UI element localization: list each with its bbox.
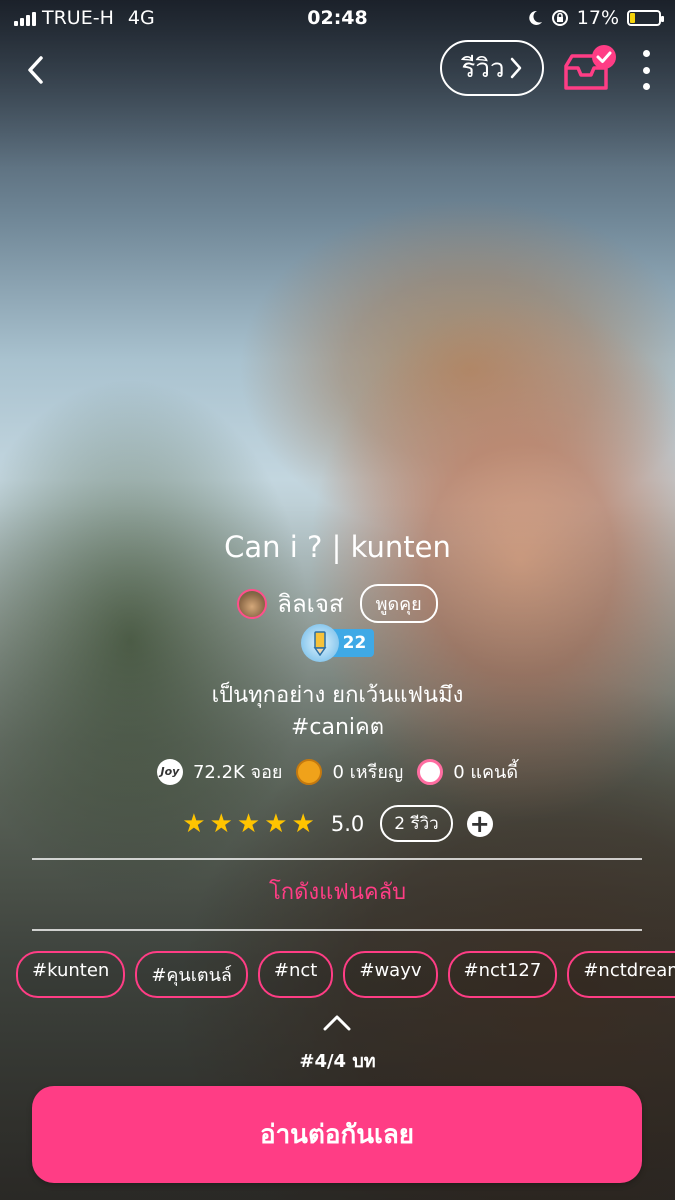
fanclub-link[interactable]: โกดังแฟนคลับ <box>0 874 675 909</box>
battery-percent: 17% <box>576 7 619 29</box>
status-left: TRUE-H 4G <box>14 7 155 29</box>
talk-button[interactable]: พูดคุย <box>359 584 438 623</box>
shelf-button[interactable] <box>560 44 618 94</box>
chevron-up-icon[interactable] <box>322 1012 352 1032</box>
joy-stat: Joy 72.2K จอย <box>156 757 283 786</box>
story-description: เป็นทุกอย่าง ยกเว้นแฟนมึง #caniคต <box>0 680 675 744</box>
author-name[interactable]: ลิลเจส <box>277 584 343 623</box>
chevron-right-icon <box>510 57 521 79</box>
chevron-left-icon <box>28 56 43 84</box>
writer-level-badge: 22 <box>0 624 675 662</box>
status-bar: TRUE-H 4G 02:48 17% <box>0 0 675 36</box>
coin-stat: 0 เหรียญ <box>296 757 403 786</box>
star-icon: ★ <box>209 808 233 839</box>
top-nav: รีวิว <box>0 40 675 98</box>
continue-reading-button[interactable]: อ่านต่อกันเลย <box>32 1086 642 1183</box>
star-icon: ★ <box>291 808 315 839</box>
review-button-label: รีวิว <box>461 53 505 84</box>
more-vertical-icon[interactable] <box>636 50 656 90</box>
star-icon: ★ <box>236 808 261 839</box>
tag-chip[interactable]: #kunten <box>16 951 126 998</box>
author-row: ลิลเจส พูดคุย <box>0 584 675 623</box>
description-line-2: #caniคต <box>290 715 385 740</box>
candy-stat: 0 แคนดี้ <box>417 757 518 786</box>
tag-chip[interactable]: #nct <box>257 951 334 998</box>
coin-value: 0 เหรียญ <box>332 762 404 783</box>
star-icon: ★ <box>264 808 288 839</box>
signal-icon <box>14 10 36 26</box>
divider-bottom <box>32 929 642 931</box>
review-count-button[interactable]: 2 รีวิว <box>380 805 453 842</box>
rotation-lock-icon <box>551 10 568 26</box>
add-review-button[interactable]: + <box>466 810 493 837</box>
candy-value: 0 แคนดี้ <box>453 762 519 783</box>
coin-icon <box>296 758 323 785</box>
rating-row: ★ ★ ★ ★ ★ 5.0 2 รีวิว + <box>0 805 675 842</box>
status-right: 17% <box>527 7 664 29</box>
candy-icon <box>417 758 444 785</box>
tag-chip[interactable]: #nct127 <box>447 951 558 998</box>
carrier-label: TRUE-H <box>42 7 114 29</box>
tag-chip[interactable]: #คุนเตนล์ <box>135 951 248 998</box>
rating-value: 5.0 <box>330 811 365 836</box>
tag-chip[interactable]: #nctdream <box>567 951 675 998</box>
joy-value: 72.2K จอย <box>192 762 283 783</box>
author-avatar[interactable] <box>237 588 268 619</box>
shelf-check-icon <box>564 45 616 90</box>
battery-icon <box>627 10 664 26</box>
network-label: 4G <box>127 7 155 29</box>
pencil-icon <box>300 624 339 662</box>
joy-icon: Joy <box>156 758 183 785</box>
star-icon: ★ <box>182 808 206 839</box>
review-button[interactable]: รีวิว <box>440 40 544 96</box>
tag-chip[interactable]: #wayv <box>343 951 438 998</box>
description-line-1: เป็นทุกอย่าง ยกเว้นแฟนมึง <box>211 683 464 708</box>
stats-row: Joy 72.2K จอย 0 เหรียญ 0 แคนดี้ <box>0 757 675 786</box>
back-button[interactable] <box>18 52 54 88</box>
moon-icon <box>529 10 542 25</box>
continue-reading-label: อ่านต่อกันเลย <box>259 1120 415 1150</box>
story-title: Can i ? | kunten <box>224 530 451 564</box>
battery-fill <box>630 13 635 23</box>
star-rating: ★ ★ ★ ★ ★ <box>182 811 315 837</box>
divider-top <box>32 858 642 860</box>
tag-list: #kunten #คุนเตนล์ #nct #wayv #nct127 #nc… <box>16 951 675 998</box>
chapter-progress: #4/4 บท <box>299 1051 376 1072</box>
